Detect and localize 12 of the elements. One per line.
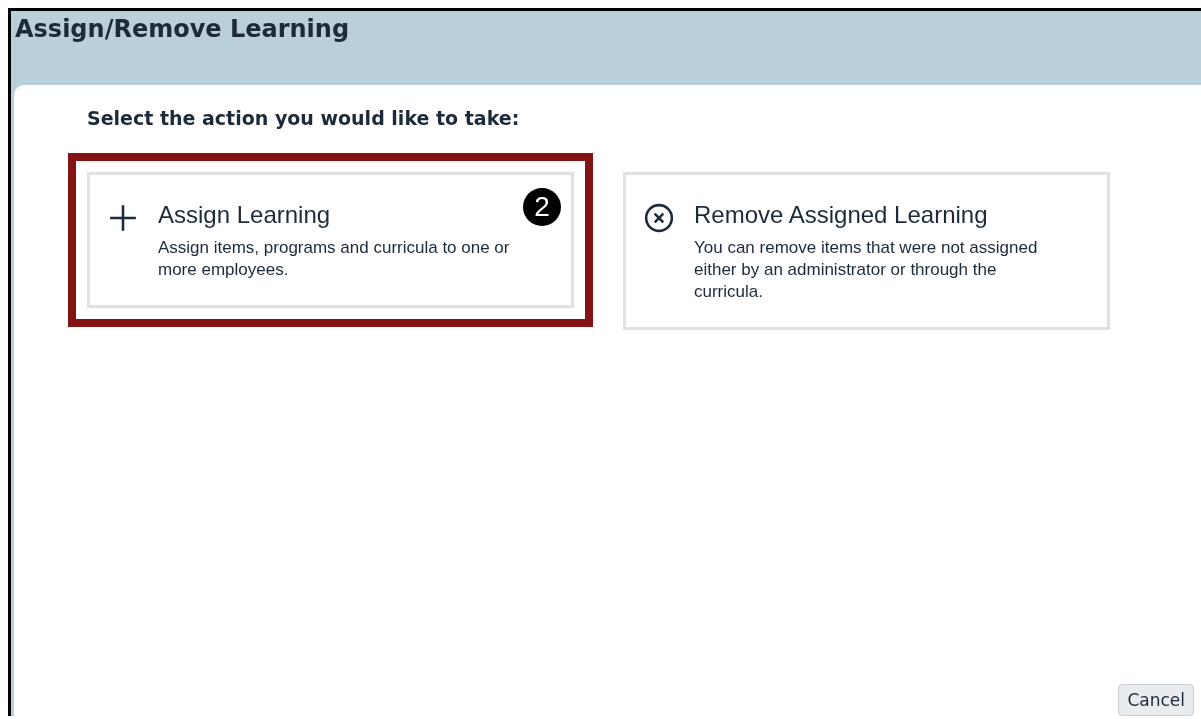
step-badge: 2 (523, 188, 561, 226)
dialog-title: Assign/Remove Learning (15, 15, 350, 43)
card-description: Assign items, programs and curricula to one or more employees. (158, 237, 511, 281)
prompt-text: Select the action you would like to take: (87, 107, 521, 129)
plus-icon (108, 203, 138, 233)
card-title: Remove Assigned Learning (694, 201, 989, 229)
card-title: Assign Learning (158, 201, 332, 229)
cancel-button[interactable]: Cancel (1118, 684, 1194, 716)
action-card[interactable]: Assign Learning Assign items, programs and curricula to one or more employees. 2 (87, 172, 574, 308)
card-description: You can remove items that were not assigned either by an administrator or through the curricula. (694, 237, 1039, 303)
close-circle-icon (644, 203, 674, 233)
action-card[interactable]: Remove Assigned Learning You can remove items that were not assigned either by an administrator or through the curricula. (623, 172, 1110, 330)
